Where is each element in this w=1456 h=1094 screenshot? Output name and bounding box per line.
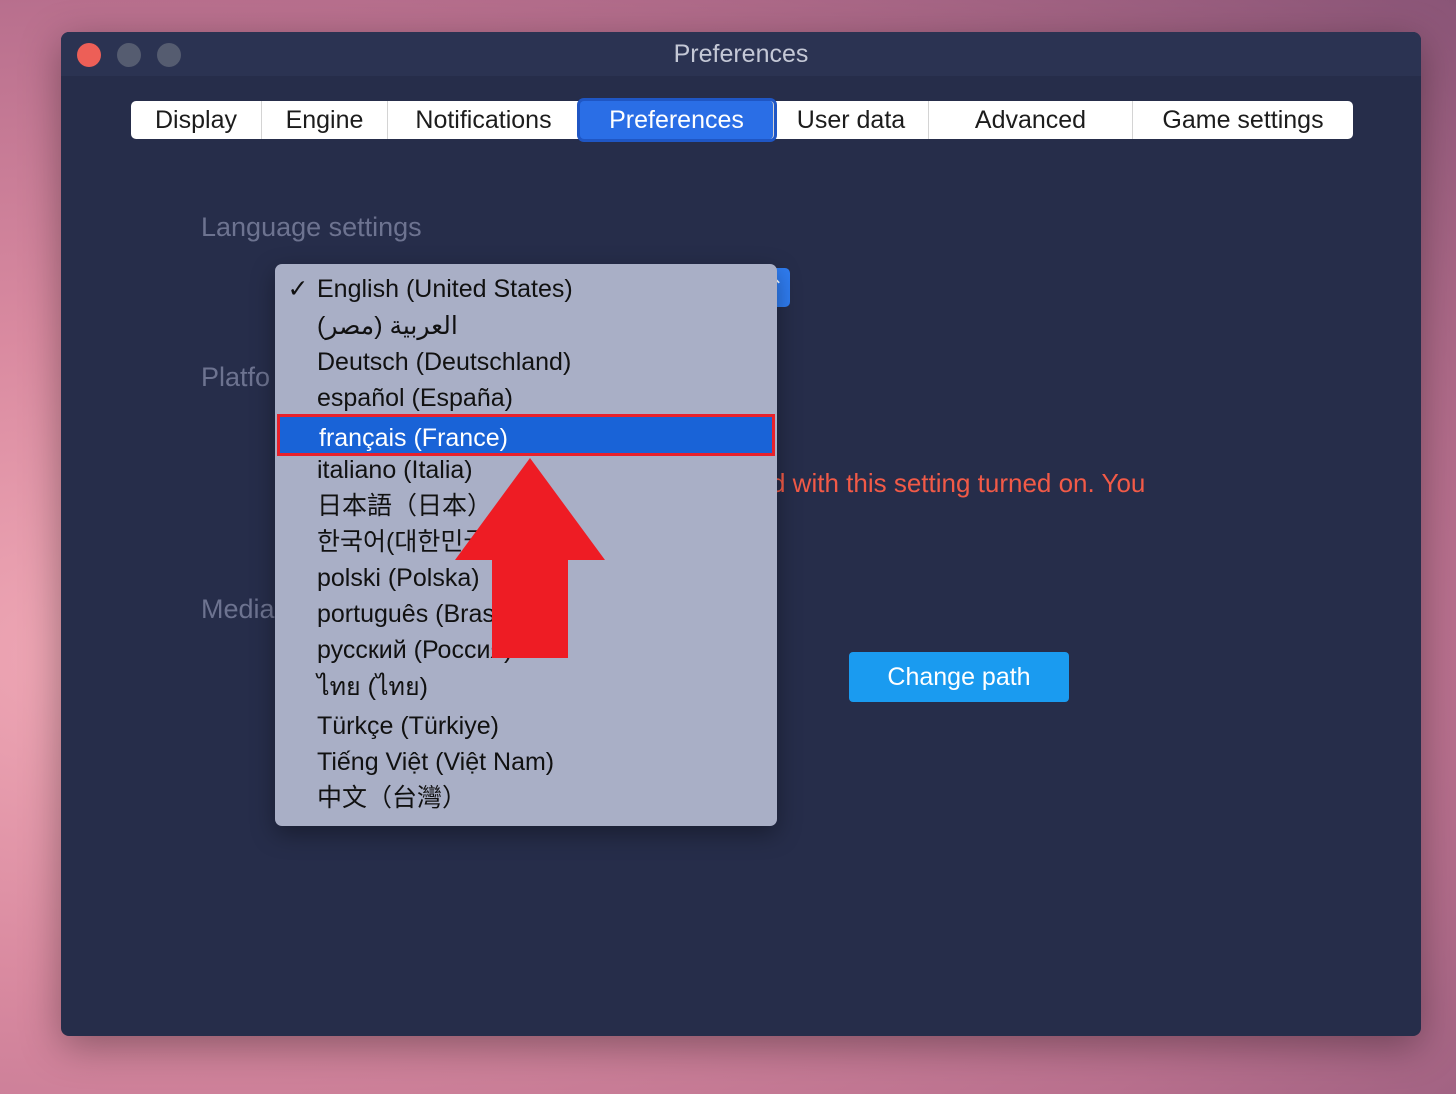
platform-heading: Platfo — [201, 362, 271, 392]
tab-advanced[interactable]: Advanced — [929, 101, 1133, 139]
tab-bar: Display Engine Notifications Preferences… — [131, 101, 1353, 139]
change-path-button[interactable]: Change path — [849, 652, 1069, 702]
tab-user-data[interactable]: User data — [774, 101, 929, 139]
tab-game-settings[interactable]: Game settings — [1133, 101, 1353, 139]
option-label: العربية (مصر) — [317, 312, 458, 340]
tab-engine[interactable]: Engine — [262, 101, 388, 139]
title-bar: Preferences — [61, 32, 1421, 76]
option-label: italiano (Italia) — [317, 456, 473, 484]
language-option-spanish[interactable]: español (España) — [275, 380, 777, 416]
language-option-english[interactable]: ✓ English (United States) — [275, 271, 777, 307]
media-heading: Media — [201, 594, 275, 624]
tab-display[interactable]: Display — [131, 101, 262, 139]
language-option-french[interactable]: français (France) — [277, 414, 775, 456]
option-label: Türkçe (Türkiye) — [317, 712, 499, 740]
option-label: Deutsch (Deutschland) — [317, 348, 572, 376]
language-option-turkish[interactable]: Türkçe (Türkiye) — [275, 708, 777, 744]
checkmark-icon: ✓ — [287, 275, 309, 303]
language-settings-heading: Language settings — [201, 212, 422, 242]
language-option-thai[interactable]: ไทย (ไทย) — [275, 669, 777, 705]
option-label: ไทย (ไทย) — [317, 673, 428, 701]
tab-notifications[interactable]: Notifications — [388, 101, 580, 139]
option-label: English (United States) — [317, 275, 573, 303]
warning-message: d with this setting turned on. You — [771, 468, 1146, 498]
language-option-vietnamese[interactable]: Tiếng Việt (Việt Nam) — [275, 744, 777, 780]
option-label: 中文（台灣） — [317, 784, 468, 812]
language-option-arabic[interactable]: العربية (مصر) — [275, 308, 777, 344]
close-window-button[interactable] — [77, 43, 101, 67]
window-title: Preferences — [673, 40, 809, 68]
maximize-window-button[interactable] — [157, 43, 181, 67]
language-option-german[interactable]: Deutsch (Deutschland) — [275, 344, 777, 380]
red-arrow-up-icon — [455, 458, 605, 658]
minimize-window-button[interactable] — [117, 43, 141, 67]
option-label: Tiếng Việt (Việt Nam) — [317, 748, 555, 776]
tab-preferences[interactable]: Preferences — [580, 101, 774, 139]
option-label: español (España) — [317, 384, 513, 412]
language-option-chinese[interactable]: 中文（台灣） — [275, 780, 777, 816]
